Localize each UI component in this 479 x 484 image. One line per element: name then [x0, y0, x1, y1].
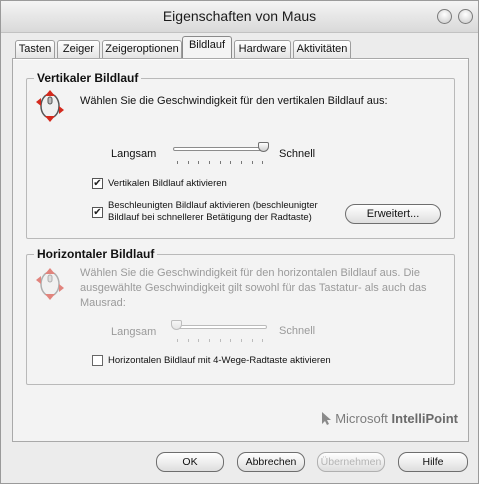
horizontal-description-line2: ausgewählte Geschwindigkeit gilt sowohl …: [80, 282, 427, 294]
horizontal-slider-max-label: Schnell: [279, 325, 316, 337]
title-bar[interactable]: Eigenschaften von Maus: [1, 1, 478, 33]
tab-aktivitaeten[interactable]: Aktivitäten: [293, 40, 351, 58]
accelerated-scroll-checkbox[interactable]: ✔: [92, 207, 103, 218]
minimize-button[interactable]: [437, 9, 452, 24]
pointer-icon: [322, 412, 332, 425]
close-button[interactable]: [458, 9, 473, 24]
vertical-scroll-title: Vertikaler Bildlauf: [34, 71, 142, 85]
horizontal-4way-checkbox[interactable]: [92, 355, 103, 366]
horizontal-description-line3: Mausrad:: [80, 297, 126, 309]
vertical-scroll-checkbox[interactable]: ✔: [92, 178, 103, 189]
window-title: Eigenschaften von Maus: [162, 8, 317, 24]
tab-hardware[interactable]: Hardware: [234, 40, 291, 58]
accelerated-scroll-label-line2: Bildlauf bei schnellerer Betätigung der …: [108, 212, 312, 223]
ok-button[interactable]: OK: [156, 452, 224, 472]
intellipoint-brand: Microsoft IntelliPoint: [322, 411, 458, 426]
vertical-scroll-group: Vertikaler Bildlauf Wählen Sie die Gesch…: [26, 71, 455, 239]
vertical-scroll-icon: [36, 90, 64, 122]
vertical-scroll-checkbox-label: Vertikalen Bildlauf aktivieren: [108, 178, 227, 189]
cancel-button[interactable]: Abbrechen: [237, 452, 305, 472]
horizontal-slider-min-label: Langsam: [111, 326, 157, 338]
horizontal-slider-ticks: [177, 339, 263, 345]
brand-product: IntelliPoint: [391, 411, 458, 426]
horizontal-scroll-title: Horizontaler Bildlauf: [34, 247, 158, 261]
horizontal-4way-checkbox-label: Horizontalen Bildlauf mit 4-Wege-Radtast…: [108, 355, 331, 366]
horizontal-scroll-icon: [36, 268, 64, 300]
tab-tasten[interactable]: Tasten: [15, 40, 55, 58]
tab-bildlauf[interactable]: Bildlauf: [182, 36, 232, 58]
horizontal-scroll-group: Horizontaler Bildlauf Wählen Sie die Ges…: [26, 247, 455, 385]
tab-zeiger[interactable]: Zeiger: [57, 40, 100, 58]
apply-button[interactable]: Übernehmen: [317, 452, 385, 472]
vertical-speed-slider-thumb[interactable]: [258, 142, 269, 152]
vertical-slider-max-label: Schnell: [279, 148, 316, 160]
vertical-speed-slider-track[interactable]: [173, 147, 267, 151]
help-button[interactable]: Hilfe: [398, 452, 468, 472]
mouse-properties-window: Eigenschaften von Maus Tasten Zeiger Zei…: [0, 0, 479, 484]
horizontal-speed-slider-track[interactable]: [173, 325, 267, 329]
accelerated-scroll-label-line1: Beschleunigten Bildlauf aktivieren (besc…: [108, 200, 318, 211]
vertical-scroll-description: Wählen Sie die Geschwindigkeit für den v…: [80, 95, 388, 107]
horizontal-description-line1: Wählen Sie die Geschwindigkeit für den h…: [80, 267, 420, 279]
tab-zeigeroptionen[interactable]: Zeigeroptionen: [102, 40, 182, 58]
brand-company: Microsoft: [335, 411, 388, 426]
vertical-slider-ticks: [177, 161, 263, 167]
vertical-slider-min-label: Langsam: [111, 148, 157, 160]
tab-panel: Vertikaler Bildlauf Wählen Sie die Gesch…: [12, 58, 469, 442]
advanced-button[interactable]: Erweitert...: [345, 204, 441, 224]
